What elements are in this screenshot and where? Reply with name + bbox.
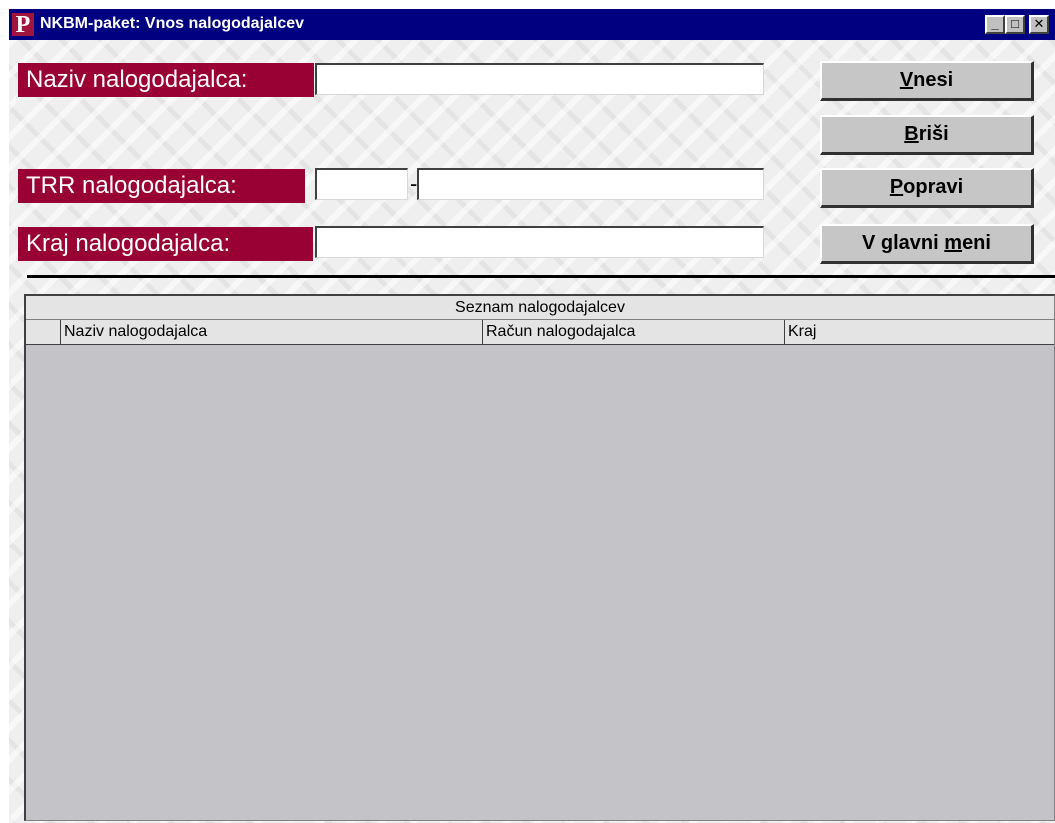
kraj-label: Kraj nalogodajalca: [18,227,313,261]
column-header-racun[interactable]: Račun nalogodajalca [482,320,784,344]
app-logo-icon[interactable]: P [12,13,34,37]
nalogodajalci-grid[interactable]: Seznam nalogodajalcev Naziv nalogodajalc… [24,294,1055,821]
section-divider [27,275,1055,278]
form-client-area: Naziv nalogodajalca: TRR nalogodajalca: … [9,40,1055,823]
trr-label: TRR nalogodajalca: [18,169,305,203]
main-window: P NKBM-paket: Vnos nalogodajalcev _ □ ✕ … [0,0,1055,823]
row-indicator-header [26,320,60,344]
maximize-button[interactable]: □ [1005,15,1025,34]
grid-caption: Seznam nalogodajalcev [26,296,1054,320]
popravi-label: opravi [903,176,964,198]
title-bar[interactable]: P NKBM-paket: Vnos nalogodajalcev _ □ ✕ [9,9,1055,40]
minimize-button[interactable]: _ [985,15,1005,34]
brisi-label: riši [918,123,949,145]
naziv-label: Naziv nalogodajalca: [18,63,314,97]
glavni-meni-prefix: V glavni [862,232,945,254]
trr-account-input[interactable] [417,168,764,200]
close-button[interactable]: ✕ [1029,15,1049,34]
glavni-meni-label: eni [962,232,991,254]
brisi-button[interactable]: Briši [820,115,1034,155]
glavni-meni-hotkey: m [944,232,963,254]
vnesi-hotkey: V [899,69,914,91]
grid-header: Naziv nalogodajalca Račun nalogodajalca … [26,320,1054,345]
popravi-button[interactable]: Popravi [820,168,1034,208]
column-header-naziv[interactable]: Naziv nalogodajalca [60,320,482,344]
glavni-meni-button[interactable]: V glavni meni [820,224,1034,264]
vnesi-label: nesi [913,69,954,91]
vnesi-button[interactable]: Vnesi [820,61,1034,101]
window-title: NKBM-paket: Vnos nalogodajalcev [40,15,305,32]
brisi-hotkey: B [904,123,919,145]
kraj-input[interactable] [315,226,764,258]
naziv-input[interactable] [315,63,764,95]
trr-bank-input[interactable] [315,168,408,200]
popravi-hotkey: P [889,176,904,198]
column-header-kraj[interactable]: Kraj [784,320,1054,344]
